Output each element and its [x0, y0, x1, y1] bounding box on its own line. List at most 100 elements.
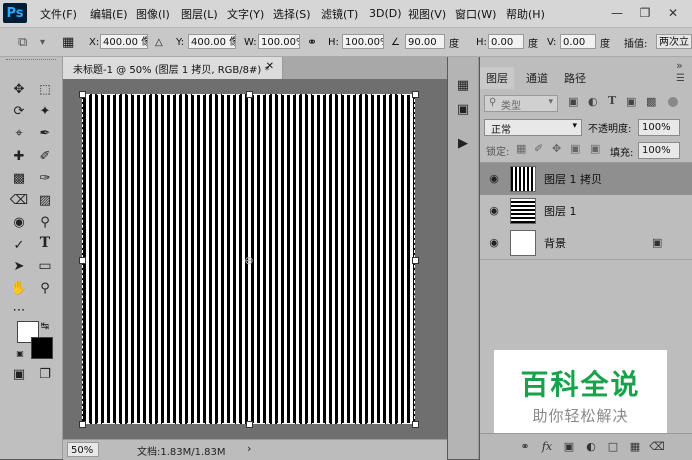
- horizontal-skew-input[interactable]: 0.00: [488, 34, 524, 49]
- quick-mask-icon[interactable]: ▣: [8, 364, 30, 384]
- pen-tool-icon[interactable]: ✓: [8, 235, 30, 255]
- menu-help[interactable]: 帮助(H): [506, 0, 545, 27]
- visibility-eye-icon[interactable]: ◉: [488, 204, 500, 217]
- layer-row-copy[interactable]: ◉ 图层 1 拷贝: [480, 163, 692, 195]
- zoom-tool-icon[interactable]: ⚲: [34, 278, 56, 298]
- transform-handle[interactable]: [79, 257, 86, 264]
- lock-position-icon[interactable]: ✥: [552, 142, 561, 155]
- chevron-down-icon[interactable]: ▾: [40, 28, 45, 56]
- fill-input[interactable]: 100%: [638, 142, 680, 159]
- shape-tool-icon[interactable]: ▭: [34, 256, 56, 276]
- dodge-tool-icon[interactable]: ⚲: [34, 212, 56, 232]
- width-input[interactable]: 100.00%: [258, 34, 300, 49]
- brush-preset-icon[interactable]: ▦: [452, 75, 474, 95]
- visibility-eye-icon[interactable]: ◉: [488, 172, 500, 185]
- x-position-input[interactable]: 400.00 像素: [100, 34, 148, 49]
- menu-select[interactable]: 选择(S): [273, 0, 311, 27]
- eraser-tool-icon[interactable]: ⌫: [8, 190, 30, 210]
- status-menu-arrow-icon[interactable]: ›: [247, 442, 251, 455]
- transform-handle[interactable]: [412, 421, 419, 428]
- rotation-input[interactable]: 90.00: [405, 34, 445, 49]
- menu-view[interactable]: 视图(V): [408, 0, 446, 27]
- menu-layer[interactable]: 图层(L): [181, 0, 218, 27]
- move-tool-icon[interactable]: ✥: [8, 79, 30, 99]
- path-selection-icon[interactable]: ➤: [8, 256, 30, 276]
- lock-transparent-icon[interactable]: ▦: [516, 142, 526, 155]
- stamp-tool-icon[interactable]: ▩: [8, 168, 30, 188]
- hand-tool-icon[interactable]: ✋: [8, 278, 30, 298]
- filter-type-icon[interactable]: T: [608, 94, 616, 107]
- filter-kind-select[interactable]: ⚲ 类型 ▾: [484, 95, 558, 112]
- layer-row-background[interactable]: ◉ 背景 ▣: [480, 227, 692, 259]
- lasso-tool-icon[interactable]: ⟳: [8, 101, 30, 121]
- relative-position-icon[interactable]: △: [155, 28, 163, 56]
- panel-menu-icon[interactable]: ☰: [676, 73, 685, 84]
- close-icon[interactable]: ✕: [664, 4, 682, 22]
- screen-mode-icon[interactable]: ❐: [34, 364, 56, 384]
- healing-brush-icon[interactable]: ✚: [8, 146, 30, 166]
- magic-wand-icon[interactable]: ✦: [34, 101, 56, 121]
- vertical-skew-input[interactable]: 0.00: [560, 34, 596, 49]
- new-group-icon[interactable]: □: [606, 439, 620, 453]
- height-input[interactable]: 100.00%: [342, 34, 384, 49]
- transform-tool-icon[interactable]: ⧉: [18, 28, 27, 56]
- visibility-eye-icon[interactable]: ◉: [488, 236, 500, 249]
- filter-shape-icon[interactable]: ▣: [626, 95, 636, 108]
- panel-collapse-icon[interactable]: »: [676, 59, 683, 72]
- more-tools-icon[interactable]: ⋯: [8, 300, 30, 320]
- swap-colors-icon[interactable]: ↹: [38, 319, 52, 333]
- lock-all-icon[interactable]: ▣: [590, 142, 600, 155]
- 3d-panel-icon[interactable]: ▣: [452, 99, 474, 119]
- menu-filter[interactable]: 滤镜(T): [321, 0, 358, 27]
- transform-handle[interactable]: [412, 91, 419, 98]
- transform-handle[interactable]: [246, 91, 253, 98]
- y-position-input[interactable]: 400.00 像素: [188, 34, 236, 49]
- history-brush-icon[interactable]: ✑: [34, 168, 56, 188]
- default-colors-icon[interactable]: ▣: [14, 347, 26, 359]
- lock-artboard-icon[interactable]: ▣: [570, 142, 580, 155]
- filter-toggle-icon[interactable]: [668, 97, 678, 107]
- opacity-input[interactable]: 100%: [638, 119, 680, 136]
- link-icon[interactable]: ⚭: [307, 28, 317, 56]
- menu-type[interactable]: 文字(Y): [227, 0, 264, 27]
- close-tab-icon[interactable]: ✕: [266, 61, 274, 72]
- restore-icon[interactable]: ❐: [636, 4, 654, 22]
- lock-image-icon[interactable]: ✐: [534, 142, 543, 155]
- transform-handle[interactable]: [246, 421, 253, 428]
- transform-handle[interactable]: [79, 421, 86, 428]
- tab-paths[interactable]: 路径: [558, 67, 592, 89]
- transform-handle[interactable]: [79, 91, 86, 98]
- delete-layer-icon[interactable]: ⌫: [649, 439, 665, 453]
- gradient-tool-icon[interactable]: ▨: [34, 190, 56, 210]
- tab-channels[interactable]: 通道: [520, 67, 554, 89]
- menu-file[interactable]: 文件(F): [40, 0, 77, 27]
- play-action-icon[interactable]: ▶: [452, 133, 474, 153]
- filter-pixel-icon[interactable]: ▣: [568, 95, 578, 108]
- tab-layers[interactable]: 图层: [480, 67, 514, 89]
- background-color-swatch[interactable]: [31, 337, 53, 359]
- menu-edit[interactable]: 编辑(E): [90, 0, 128, 27]
- menu-image[interactable]: 图像(I): [136, 0, 170, 27]
- blend-mode-select[interactable]: 正常 ▾: [484, 119, 582, 136]
- add-mask-icon[interactable]: ▣: [562, 439, 576, 453]
- link-layers-icon[interactable]: ⚭: [518, 439, 532, 453]
- interpolation-select[interactable]: 两次立: [656, 34, 692, 49]
- reference-point-icon[interactable]: ▦: [62, 28, 74, 56]
- zoom-level-field[interactable]: 50%: [67, 442, 99, 457]
- transform-handle[interactable]: [412, 257, 419, 264]
- layer-row[interactable]: ◉ 图层 1: [480, 195, 692, 227]
- minimize-icon[interactable]: —: [608, 4, 626, 22]
- fx-icon[interactable]: fx: [540, 439, 554, 453]
- eyedropper-icon[interactable]: ✒: [34, 123, 56, 143]
- document-tab[interactable]: 未标题-1 @ 50% (图层 1 拷贝, RGB/8#) * ✕: [63, 57, 283, 79]
- menu-3d[interactable]: 3D(D): [369, 0, 402, 27]
- menu-window[interactable]: 窗口(W): [455, 0, 496, 27]
- type-tool-icon[interactable]: T: [34, 233, 56, 253]
- brush-tool-icon[interactable]: ✐: [34, 146, 56, 166]
- marquee-tool-icon[interactable]: ⬚: [34, 79, 56, 99]
- adjustment-layer-icon[interactable]: ◐: [584, 439, 598, 453]
- crop-tool-icon[interactable]: ⌖: [8, 123, 30, 143]
- new-layer-icon[interactable]: ▦: [628, 439, 642, 453]
- blur-tool-icon[interactable]: ◉: [8, 212, 30, 232]
- filter-smart-object-icon[interactable]: ▩: [646, 95, 656, 108]
